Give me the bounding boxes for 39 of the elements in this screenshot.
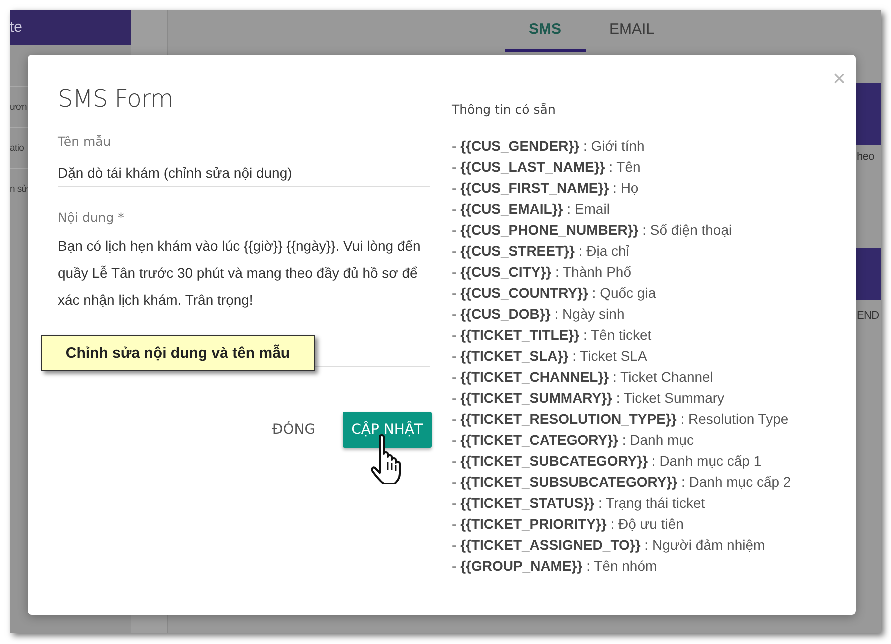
cut-text: END [856, 310, 880, 322]
name-field[interactable]: Dặn dò tái khám (chỉnh sửa nội dung) [58, 163, 430, 187]
section-heading: Thông tin có sẵn [452, 102, 557, 118]
variable-item: - {{TICKET_CATEGORY}} : Danh mục [452, 431, 695, 450]
sidebar-item[interactable]: n sử [10, 184, 28, 194]
variable-item: - {{CUS_PHONE_NUMBER}} : Số điện thoại [452, 221, 734, 240]
close-button[interactable]: × [833, 61, 846, 97]
variable-item: - {{CUS_GENDER}} : Giới tính [452, 137, 646, 156]
variable-item: - {{TICKET_SUBCATEGORY}} : Danh mục cấp 1 [452, 452, 763, 471]
variable-item: - {{CUS_CITY}} : Thành Phố [452, 263, 633, 282]
sidebar-item[interactable]: ươn [10, 102, 27, 112]
sidebar-title: te [10, 19, 23, 36]
variable-item: - {{CUS_EMAIL}} : Email [452, 200, 611, 219]
variable-item: - {{CUS_COUNTRY}} : Quốc gia [452, 284, 658, 303]
variable-item: - {{TICKET_STATUS}} : Trạng thái ticket [452, 494, 706, 513]
variable-item: - {{TICKET_SUMMARY}} : Ticket Summary [452, 389, 726, 408]
variable-item: - {{GROUP_NAME}} : Tên nhóm [452, 557, 658, 576]
panel-header [856, 83, 881, 145]
variable-item: - {{TICKET_ASSIGNED_TO}} : Người đảm nhiệm [452, 536, 766, 555]
variable-item: - {{TICKET_SLA}} : Ticket SLA [452, 347, 648, 366]
sidebar-item[interactable]: atio [10, 142, 24, 154]
variable-item: - {{CUS_FIRST_NAME}} : Họ [452, 179, 640, 198]
callout-tooltip: Chỉnh sửa nội dung và tên mẫu [41, 335, 315, 371]
variable-item: - {{CUS_STREET}} : Địa chỉ [452, 242, 630, 261]
variable-item: - {{CUS_DOB}} : Ngày sinh [452, 305, 626, 324]
variable-item: - {{CUS_LAST_NAME}} : Tên [452, 158, 642, 177]
variable-item: - {{TICKET_RESOLUTION_TYPE}} : Resolution Type [452, 410, 790, 429]
variable-item: - {{TICKET_CHANNEL}} : Ticket Channel [452, 368, 714, 387]
close-text-button[interactable]: ĐÓNG [264, 412, 324, 448]
tab[interactable]: EMAIL [586, 10, 679, 52]
field-label: Tên mẫu [58, 135, 112, 149]
tab[interactable]: SMS [505, 10, 586, 52]
dialog-title: SMS Form [58, 85, 174, 113]
variable-item: - {{TICKET_TITLE}} : Tên ticket [452, 326, 653, 345]
variable-item: - {{TICKET_PRIORITY}} : Độ ưu tiên [452, 515, 685, 534]
variable-item: - {{TICKET_SUBSUBCATEGORY}} : Danh mục cấp 2 [452, 473, 792, 492]
cut-text: heo [856, 151, 874, 163]
panel-header [856, 248, 881, 300]
field-label: Nội dung * [58, 211, 126, 225]
